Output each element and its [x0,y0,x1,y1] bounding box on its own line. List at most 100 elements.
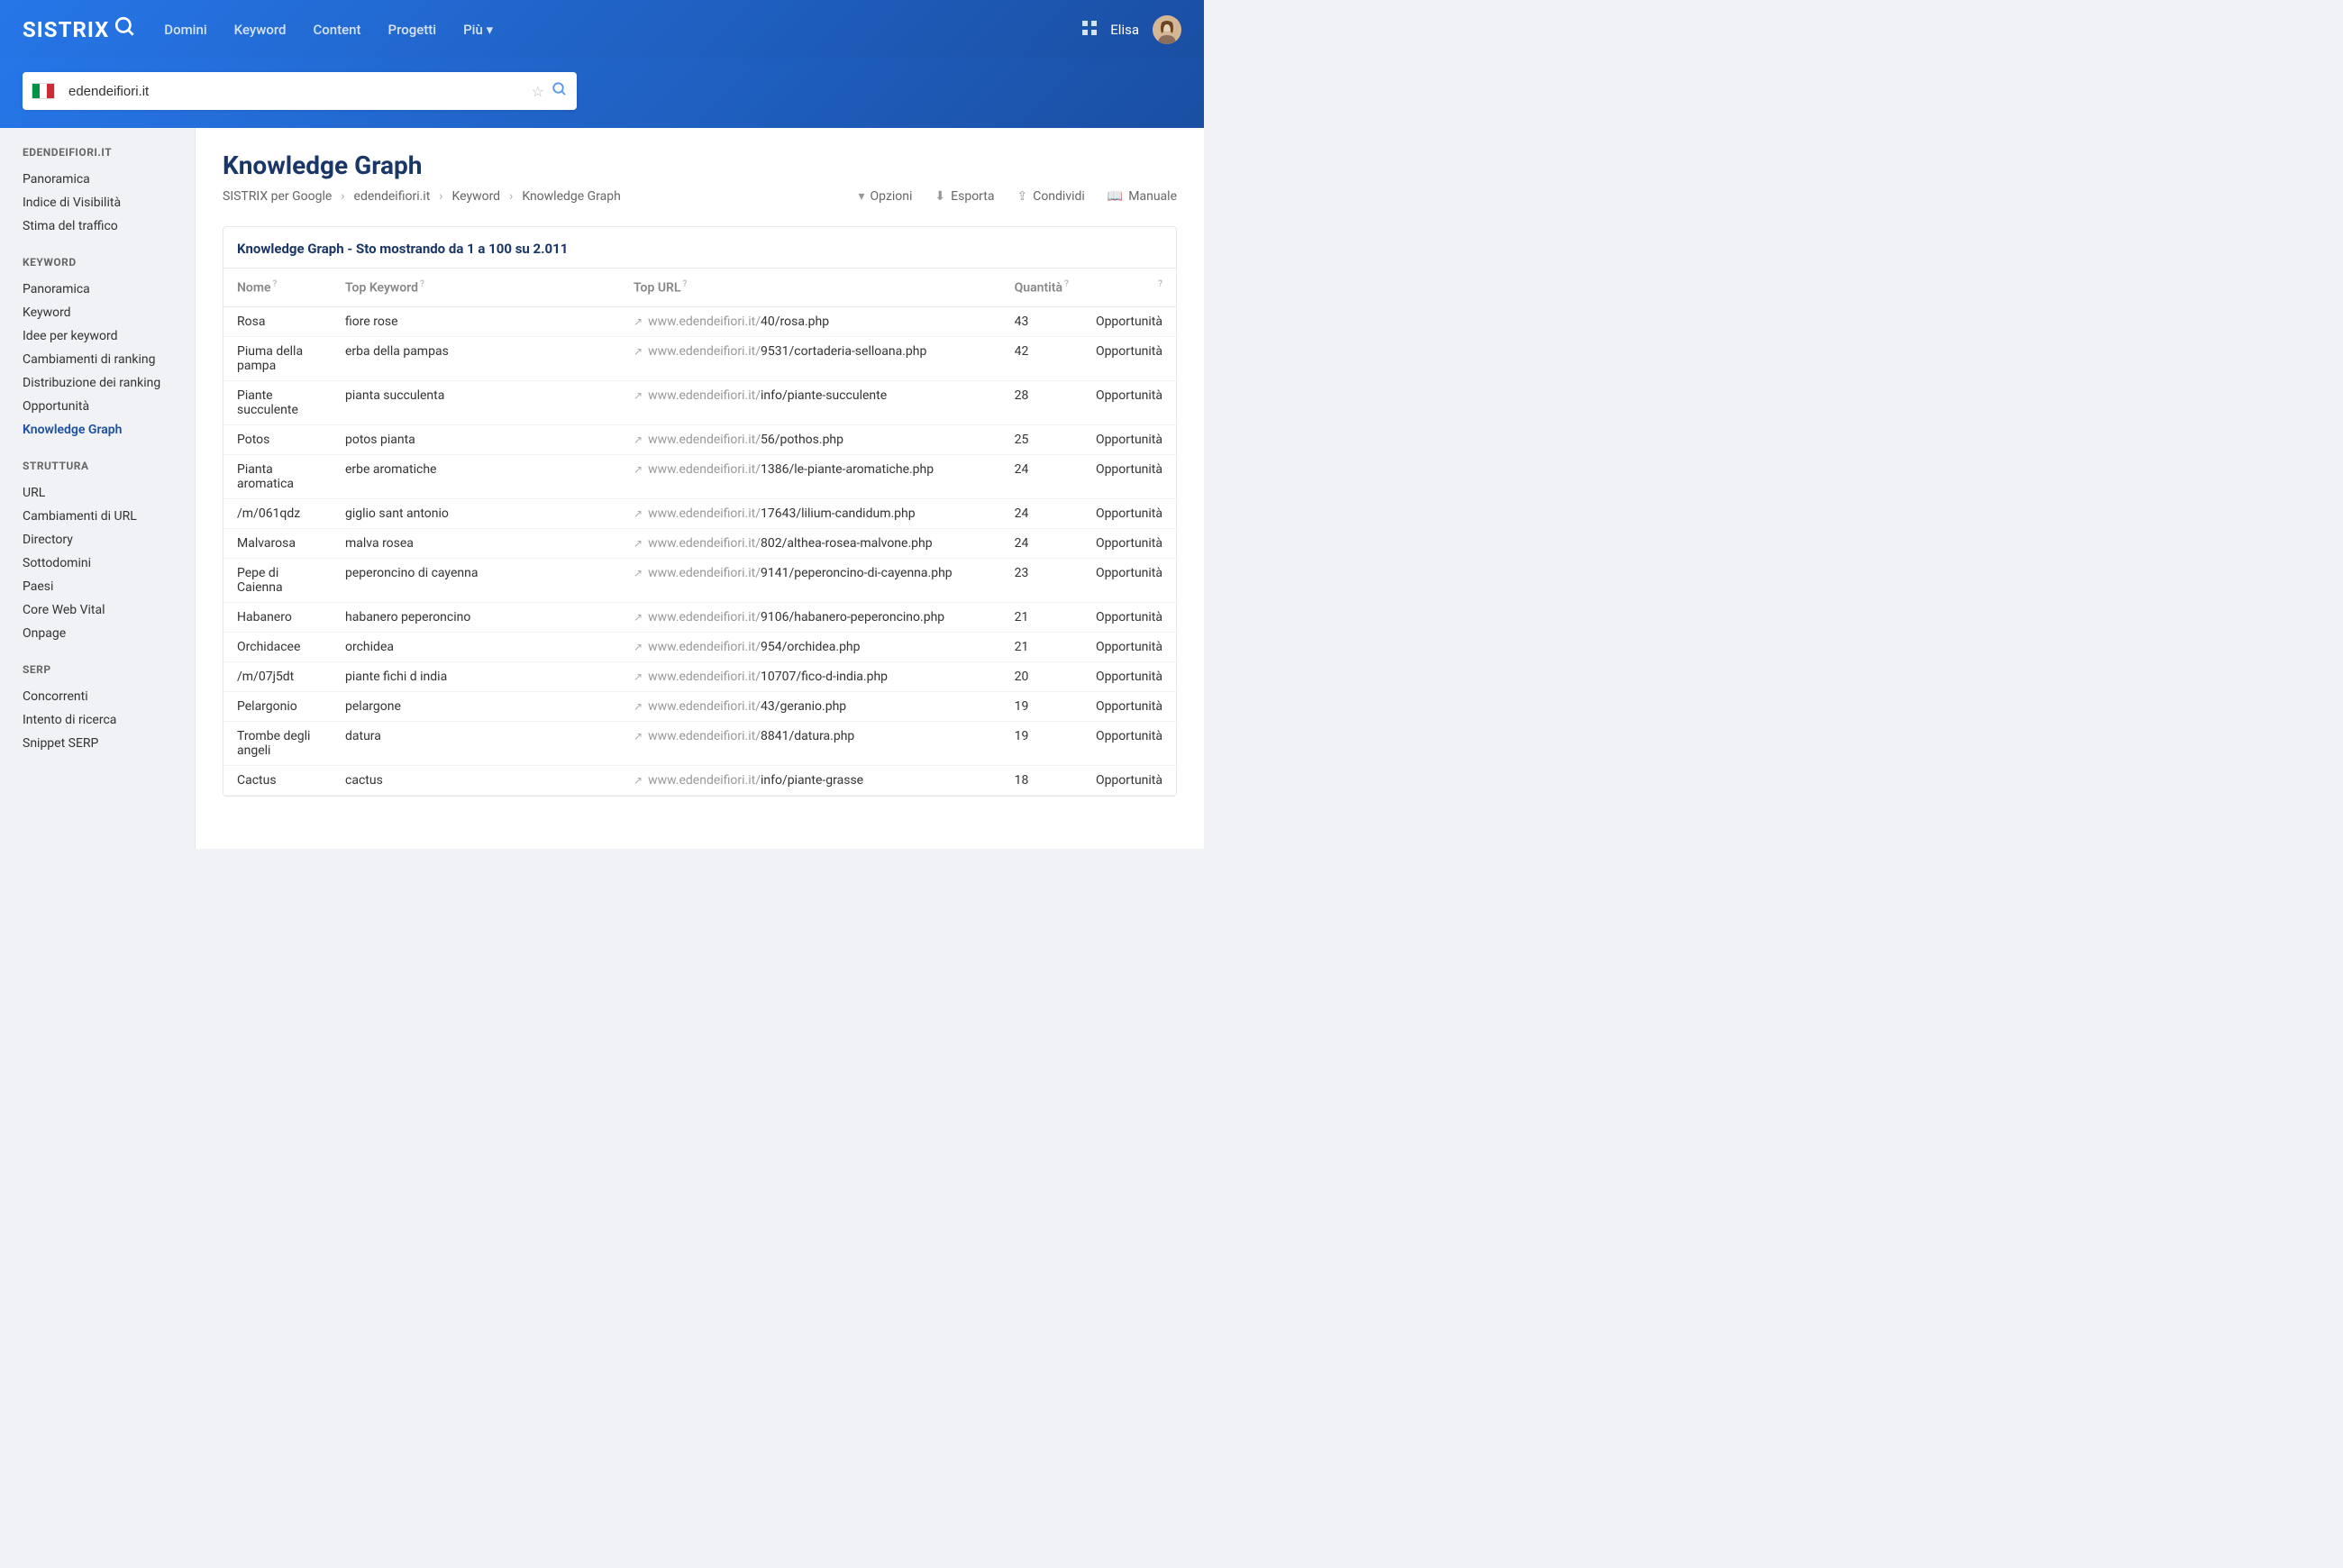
col-quantity[interactable]: Quantità? [1001,269,1082,306]
sidebar-item[interactable]: Cambiamenti di ranking [23,348,195,371]
export-button[interactable]: ⬇Esporta [934,189,994,204]
manual-button[interactable]: 📖Manuale [1108,189,1177,204]
nav-content[interactable]: Content [314,22,361,38]
table-row[interactable]: Orchidaceeorchidea↗www.edendeifiori.it/9… [223,632,1176,661]
cell-url[interactable]: ↗www.edendeifiori.it/9106/habanero-peper… [620,602,1001,632]
sidebar-item[interactable]: Knowledge Graph [23,418,195,442]
search-input[interactable] [68,84,524,99]
cell-keyword: datura [332,721,620,765]
cell-url[interactable]: ↗www.edendeifiori.it/info/piante-succule… [620,380,1001,424]
apps-icon[interactable] [1082,21,1097,39]
cell-url[interactable]: ↗www.edendeifiori.it/8841/datura.php [620,721,1001,765]
col-top-keyword[interactable]: Top Keyword? [332,269,620,306]
cell-opportunity[interactable]: Opportunità [1082,691,1176,721]
cell-url[interactable]: ↗www.edendeifiori.it/56/pothos.php [620,424,1001,454]
cell-url[interactable]: ↗www.edendeifiori.it/43/geranio.php [620,691,1001,721]
table-row[interactable]: /m/061qdzgiglio sant antonio↗www.edendei… [223,498,1176,528]
table-row[interactable]: Rosafiore rose↗www.edendeifiori.it/40/ro… [223,306,1176,336]
sidebar-item[interactable]: Stima del traffico [23,214,195,238]
table-row[interactable]: Potospotos pianta↗www.edendeifiori.it/56… [223,424,1176,454]
sidebar-item[interactable]: Intento di ricerca [23,708,195,732]
sidebar-item[interactable]: Snippet SERP [23,732,195,755]
cell-keyword: potos pianta [332,424,620,454]
cell-url[interactable]: ↗www.edendeifiori.it/1386/le-piante-arom… [620,454,1001,498]
sidebar-item[interactable]: Opportunità [23,395,195,418]
cell-keyword: cactus [332,765,620,795]
col-top-url[interactable]: Top URL? [620,269,1001,306]
cell-opportunity[interactable]: Opportunità [1082,424,1176,454]
sidebar-item[interactable]: Panoramica [23,278,195,301]
cell-opportunity[interactable]: Opportunità [1082,632,1176,661]
cell-name: Malvarosa [223,528,332,558]
table-row[interactable]: Habanerohabanero peperoncino↗www.edendei… [223,602,1176,632]
cell-url[interactable]: ↗www.edendeifiori.it/9531/cortaderia-sel… [620,336,1001,380]
star-icon[interactable]: ☆ [532,83,544,100]
search-icon[interactable] [552,81,568,101]
breadcrumb-item[interactable]: Knowledge Graph [522,189,621,204]
sidebar-item[interactable]: Distribuzione dei ranking [23,371,195,395]
flag-italy-icon[interactable] [32,83,55,99]
cell-opportunity[interactable]: Opportunità [1082,336,1176,380]
col-opp[interactable]: ? [1082,269,1176,306]
help-icon[interactable]: ? [682,279,687,289]
sidebar-item[interactable]: Indice di Visibilità [23,191,195,214]
col-name[interactable]: Nome? [223,269,332,306]
sidebar-item[interactable]: URL [23,481,195,505]
cell-opportunity[interactable]: Opportunità [1082,454,1176,498]
cell-opportunity[interactable]: Opportunità [1082,498,1176,528]
cell-opportunity[interactable]: Opportunità [1082,528,1176,558]
cell-opportunity[interactable]: Opportunità [1082,558,1176,602]
table-row[interactable]: Pelargoniopelargone↗www.edendeifiori.it/… [223,691,1176,721]
sidebar-item[interactable]: Panoramica [23,168,195,191]
sidebar-item[interactable]: Onpage [23,622,195,645]
nav-keyword[interactable]: Keyword [234,22,287,38]
avatar[interactable] [1153,15,1181,44]
cell-url[interactable]: ↗www.edendeifiori.it/40/rosa.php [620,306,1001,336]
cell-opportunity[interactable]: Opportunità [1082,721,1176,765]
nav-domini[interactable]: Domini [164,22,206,38]
sidebar-item[interactable]: Core Web Vital [23,598,195,622]
help-icon[interactable]: ? [1064,279,1069,289]
cell-url[interactable]: ↗www.edendeifiori.it/17643/lilium-candid… [620,498,1001,528]
help-icon[interactable]: ? [420,279,424,289]
help-icon[interactable]: ? [273,279,278,289]
table-row[interactable]: Trombe degli angelidatura↗www.edendeifio… [223,721,1176,765]
table-row[interactable]: Piuma della pampaerba della pampas↗www.e… [223,336,1176,380]
cell-quantity: 21 [1001,632,1082,661]
cell-opportunity[interactable]: Opportunità [1082,765,1176,795]
cell-url[interactable]: ↗www.edendeifiori.it/10707/fico-d-india.… [620,661,1001,691]
cell-url[interactable]: ↗www.edendeifiori.it/info/piante-grasse [620,765,1001,795]
cell-url[interactable]: ↗www.edendeifiori.it/954/orchidea.php [620,632,1001,661]
sidebar-item[interactable]: Keyword [23,301,195,324]
sidebar-item[interactable]: Cambiamenti di URL [23,505,195,528]
sidebar-item[interactable]: Sottodomini [23,552,195,575]
table-row[interactable]: Pepe di Caiennapeperoncino di cayenna↗ww… [223,558,1176,602]
cell-name: Potos [223,424,332,454]
table-row[interactable]: /m/07j5dtpiante fichi d india↗www.edende… [223,661,1176,691]
cell-opportunity[interactable]: Opportunità [1082,661,1176,691]
cell-opportunity[interactable]: Opportunità [1082,602,1176,632]
sidebar-item[interactable]: Paesi [23,575,195,598]
user-name[interactable]: Elisa [1110,22,1139,38]
share-button[interactable]: ⇪Condividi [1017,189,1084,204]
breadcrumb-item[interactable]: Keyword [452,189,501,204]
cell-url[interactable]: ↗www.edendeifiori.it/802/althea-rosea-ma… [620,528,1001,558]
help-icon[interactable]: ? [1158,279,1162,289]
sidebar-item[interactable]: Idee per keyword [23,324,195,348]
table-row[interactable]: Malvarosamalva rosea↗www.edendeifiori.it… [223,528,1176,558]
nav-progetti[interactable]: Progetti [388,22,437,38]
search-bar: ☆ [23,72,577,110]
table-row[interactable]: Piante succulentepianta succulenta↗www.e… [223,380,1176,424]
options-button[interactable]: ▾Opzioni [859,189,913,204]
logo[interactable]: SISTRIX [23,15,137,44]
cell-opportunity[interactable]: Opportunità [1082,380,1176,424]
sidebar-item[interactable]: Concorrenti [23,685,195,708]
breadcrumb-item[interactable]: edendeifiori.it [354,189,431,204]
cell-opportunity[interactable]: Opportunità [1082,306,1176,336]
breadcrumb-item[interactable]: SISTRIX per Google [223,189,332,204]
nav-più[interactable]: Più ▾ [463,22,493,38]
sidebar-item[interactable]: Directory [23,528,195,552]
table-row[interactable]: Cactuscactus↗www.edendeifiori.it/info/pi… [223,765,1176,795]
cell-url[interactable]: ↗www.edendeifiori.it/9141/peperoncino-di… [620,558,1001,602]
table-row[interactable]: Pianta aromaticaerbe aromatiche↗www.eden… [223,454,1176,498]
